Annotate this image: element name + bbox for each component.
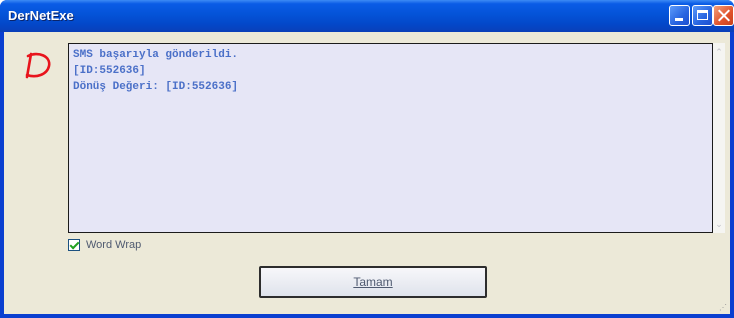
- minimize-button[interactable]: [669, 5, 690, 26]
- message-line: SMS başarıyla gönderildi.: [73, 49, 239, 61]
- minimize-icon: [675, 18, 683, 21]
- window-title: DerNetExe: [8, 8, 74, 23]
- word-wrap-label: Word Wrap: [86, 239, 142, 251]
- app-d-logo-icon: [25, 52, 51, 79]
- ok-button-label: Tamam: [353, 275, 393, 289]
- message-textarea[interactable]: SMS başarıyla gönderildi. [ID:552636] Dö…: [68, 43, 713, 233]
- scroll-down-icon[interactable]: ⌄: [713, 217, 725, 231]
- dialog-body: SMS başarıyla gönderildi. [ID:552636] Dö…: [4, 32, 730, 314]
- message-line: [ID:552636]: [73, 65, 146, 77]
- ok-button[interactable]: Tamam: [259, 266, 487, 298]
- scroll-up-icon[interactable]: ⌃: [713, 45, 725, 59]
- close-button[interactable]: [713, 5, 734, 26]
- app-window: DerNetExe SMS başarıyla gönderildi. [ID:…: [0, 0, 734, 318]
- resize-grip-icon[interactable]: ⋰: [719, 303, 727, 312]
- checkmark-icon[interactable]: [68, 239, 80, 251]
- word-wrap-option[interactable]: Word Wrap: [68, 239, 141, 251]
- message-line: Dönüş Değeri: [ID:552636]: [73, 81, 239, 93]
- maximize-button[interactable]: [692, 5, 713, 26]
- vertical-scrollbar[interactable]: ⌃ ⌄: [713, 43, 725, 233]
- maximize-icon: [697, 10, 708, 20]
- title-bar[interactable]: DerNetExe: [0, 0, 734, 32]
